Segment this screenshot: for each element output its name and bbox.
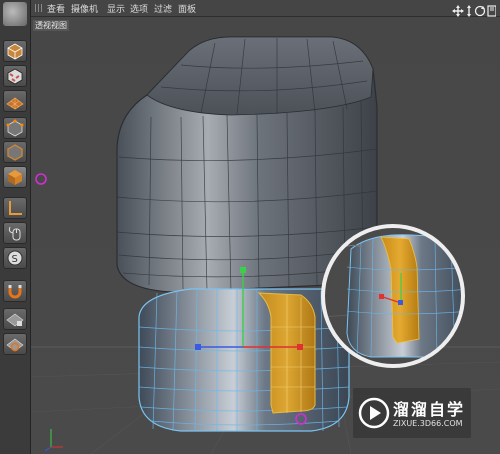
left-toolbar: S	[0, 0, 31, 454]
lower-cushion-mesh[interactable]	[138, 288, 350, 432]
menu-filter[interactable]: 过滤	[154, 2, 172, 15]
menu-camera[interactable]: 摄像机	[71, 2, 98, 15]
workplane-icon[interactable]	[3, 90, 27, 112]
grip-icon[interactable]	[35, 4, 44, 12]
edges-mode-icon[interactable]	[3, 141, 27, 163]
tweak-mode-icon[interactable]	[3, 222, 27, 244]
watermark-url: ZIXUE.3D66.COM	[393, 419, 463, 428]
watermark-badge: 溜溜自学 ZIXUE.3D66.COM	[353, 388, 471, 438]
viewport-menu-bar: 查看 摄像机 显示 选项 过滤 面板	[31, 0, 500, 17]
grid-snap-icon[interactable]	[3, 333, 27, 355]
watermark-title: 溜溜自学	[393, 400, 466, 419]
maximize-view-icon[interactable]	[487, 5, 497, 17]
svg-text:S: S	[12, 254, 18, 265]
viewport-nav-controls	[452, 2, 497, 17]
menu-display[interactable]: 显示	[107, 2, 125, 15]
points-mode-icon[interactable]	[3, 117, 27, 139]
app-logo-icon	[3, 2, 27, 26]
snap-icon[interactable]: S	[3, 247, 27, 269]
play-logo-icon	[358, 397, 390, 429]
menu-options[interactable]: 选项	[130, 2, 148, 15]
texture-mode-icon[interactable]	[3, 65, 27, 87]
model-mode-icon[interactable]	[3, 40, 27, 62]
zoom-view-icon[interactable]	[467, 5, 471, 17]
viewport-label: 透视视图	[33, 20, 69, 31]
move-view-icon[interactable]	[452, 5, 464, 17]
menu-panel[interactable]: 面板	[178, 2, 196, 15]
lock-workplane-icon[interactable]	[3, 308, 27, 330]
polygons-mode-icon[interactable]	[3, 166, 27, 188]
rotate-view-icon[interactable]	[474, 5, 486, 17]
menu-view[interactable]: 查看	[47, 2, 65, 15]
axis-mode-icon[interactable]	[3, 197, 27, 219]
magnet-icon[interactable]	[3, 280, 27, 302]
